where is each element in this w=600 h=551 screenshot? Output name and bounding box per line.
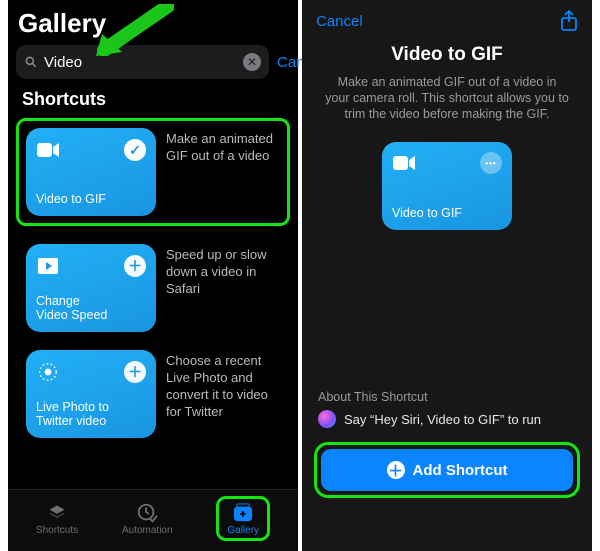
detail-tile-label: Video to GIF [392,206,502,220]
shortcut-row-video-to-gif[interactable]: ✓ Video to GIF Make an animated GIF out … [16,118,290,226]
cancel-button[interactable]: Cancel [316,13,363,30]
shortcut-row-change-video-speed[interactable]: ＋ Change Video Speed Speed up or slow do… [8,234,298,340]
gallery-add-icon [227,501,259,525]
plus-circle-icon: ＋ [387,461,405,479]
search-row: ✕ Cancel [8,45,298,89]
section-header-shortcuts: Shortcuts [8,89,298,118]
share-icon[interactable] [560,10,578,32]
live-photo-icon [36,360,60,384]
video-camera-icon [392,154,416,172]
add-shortcut-button[interactable]: ＋ Add Shortcut [321,449,573,491]
checkmark-badge-icon: ✓ [124,139,146,161]
tab-label: Gallery [227,525,259,536]
gallery-screen: Gallery ✕ Cancel Shortcuts ✓ Video to GI… [8,0,298,551]
page-title: Gallery [8,0,298,45]
add-badge-icon[interactable]: ＋ [124,361,146,383]
shortcut-detail-screen: Cancel Video to GIF Make an animated GIF… [302,0,592,551]
siri-hint-row: Say “Hey Siri, Video to GIF” to run [302,410,592,442]
add-shortcut-highlight: ＋ Add Shortcut [314,442,580,498]
tab-label: Shortcuts [36,525,78,536]
shortcut-description: Speed up or slow down a video in Safari [166,244,280,297]
stack-icon [36,501,78,525]
shortcut-description: Choose a recent Live Photo and convert i… [166,350,280,420]
about-section-header: About This Shortcut [302,390,592,410]
search-field-container[interactable]: ✕ [16,45,269,79]
tab-label: Automation [122,525,173,536]
shortcut-tile[interactable]: ＋ Live Photo to Twitter video [26,350,156,438]
video-camera-icon [36,138,60,162]
clear-search-icon[interactable]: ✕ [243,53,261,71]
detail-top-row: Cancel [302,0,592,42]
shortcut-tile-label: Video to GIF [36,192,146,206]
shortcut-tile[interactable]: ✓ Video to GIF [26,128,156,216]
tab-bar: Shortcuts Automation Gallery [8,489,298,551]
shortcut-tile[interactable]: ＋ Change Video Speed [26,244,156,332]
clock-check-icon [122,501,173,525]
detail-subtitle: Make an animated GIF out of a video in y… [302,74,592,142]
tab-automation[interactable]: Automation [122,501,173,536]
detail-preview-tile[interactable]: ••• Video to GIF [382,142,512,230]
shortcut-description: Make an animated GIF out of a video [166,128,280,164]
add-badge-icon[interactable]: ＋ [124,255,146,277]
shortcut-tile-label: Change Video Speed [36,294,146,322]
play-icon [36,254,60,278]
detail-title: Video to GIF [302,42,592,74]
siri-hint-text: Say “Hey Siri, Video to GIF” to run [344,412,541,427]
tab-shortcuts[interactable]: Shortcuts [36,501,78,536]
shortcut-row-live-photo-twitter[interactable]: ＋ Live Photo to Twitter video Choose a r… [8,340,298,446]
more-options-icon[interactable]: ••• [480,152,502,174]
siri-icon [318,410,336,428]
search-icon [24,55,38,69]
shortcut-tile-label: Live Photo to Twitter video [36,400,146,428]
search-input[interactable] [44,54,243,71]
tab-gallery[interactable]: Gallery [216,496,270,541]
add-shortcut-label: Add Shortcut [413,462,508,479]
